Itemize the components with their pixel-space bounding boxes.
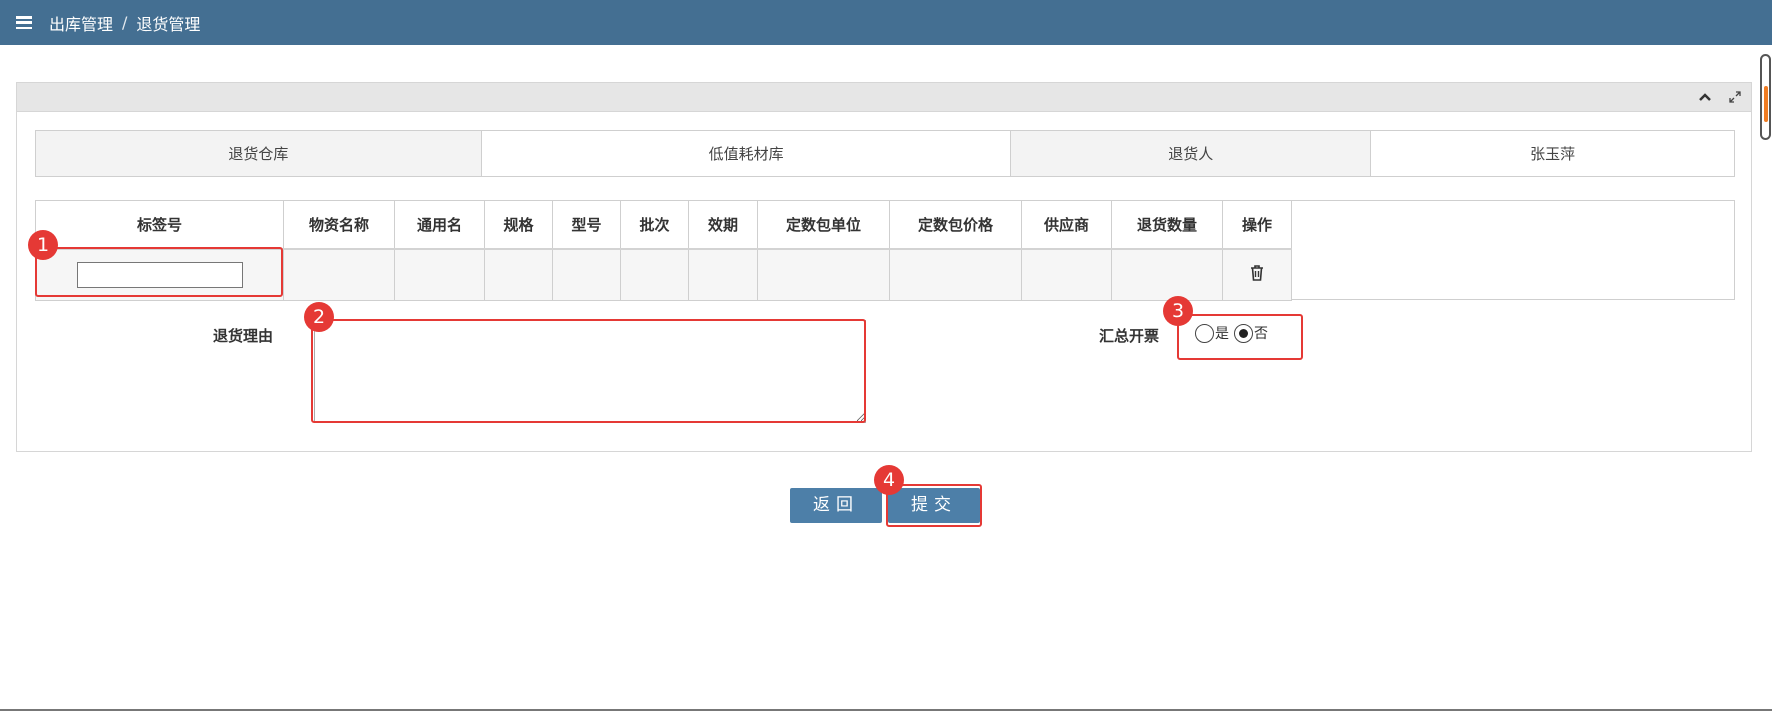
col-return-qty: 退货数量 [1111,200,1223,250]
returner-value: 张玉萍 [1370,130,1735,177]
reason-label: 退货理由 [213,327,274,345]
items-grid: 标签号 物资名称 通用名 规格 型号 批次 效期 定数包单位 定数包价格 供应商… [35,200,1735,301]
col-batch: 批次 [620,200,689,250]
col-generic-name: 通用名 [394,200,485,250]
highlight-invoice [1177,314,1303,360]
col-pack-unit: 定数包单位 [757,200,890,250]
batch-cell [620,248,689,301]
invoice-label: 汇总开票 [1099,327,1160,345]
model-cell [552,248,621,301]
breadcrumb-page: 退货管理 [136,14,201,34]
action-cell [1222,248,1292,301]
spec-cell [484,248,553,301]
return-qty-cell [1111,248,1223,301]
col-pack-price: 定数包价格 [889,200,1022,250]
material-name-cell [283,248,395,301]
returner-label: 退货人 [1010,130,1372,177]
annotation-badge-1: 1 [28,230,58,260]
info-table: 退货仓库 低值耗材库 退货人 张玉萍 [35,130,1735,177]
supplier-cell [1021,248,1112,301]
col-expiry: 效期 [688,200,758,250]
highlight-submit [886,484,982,527]
highlight-tag-input [35,247,283,297]
col-material-name: 物资名称 [283,200,395,250]
col-model: 型号 [552,200,621,250]
menu-icon[interactable] [16,16,32,29]
pack-unit-cell [757,248,890,301]
col-supplier: 供应商 [1021,200,1112,250]
warehouse-label: 退货仓库 [35,130,482,177]
back-button[interactable]: 返回 [790,488,882,523]
warehouse-value: 低值耗材库 [480,130,1012,177]
panel-header [17,83,1751,112]
highlight-reason [311,319,866,423]
trash-icon[interactable] [1249,264,1265,286]
annotation-badge-3: 3 [1163,296,1193,326]
pack-price-cell [889,248,1022,301]
annotation-badge-4: 4 [874,465,904,495]
breadcrumb-section[interactable]: 出库管理 [49,11,113,35]
top-bar: 出库管理 / 退货管理 [0,0,1772,45]
col-action: 操作 [1222,200,1292,250]
grid-header-row: 标签号 物资名称 通用名 规格 型号 批次 效期 定数包单位 定数包价格 供应商… [35,200,1292,250]
breadcrumb-separator: / [122,13,128,32]
col-tag: 标签号 [35,200,284,250]
bottom-divider [0,709,1772,711]
collapse-icon[interactable] [1697,89,1713,105]
col-spec: 规格 [484,200,553,250]
scrollbar-thumb[interactable] [1760,54,1771,140]
annotation-badge-2: 2 [304,302,334,332]
generic-name-cell [394,248,485,301]
vertical-scrollbar[interactable] [1758,50,1772,713]
fullscreen-icon[interactable] [1727,89,1743,105]
expiry-cell [688,248,758,301]
